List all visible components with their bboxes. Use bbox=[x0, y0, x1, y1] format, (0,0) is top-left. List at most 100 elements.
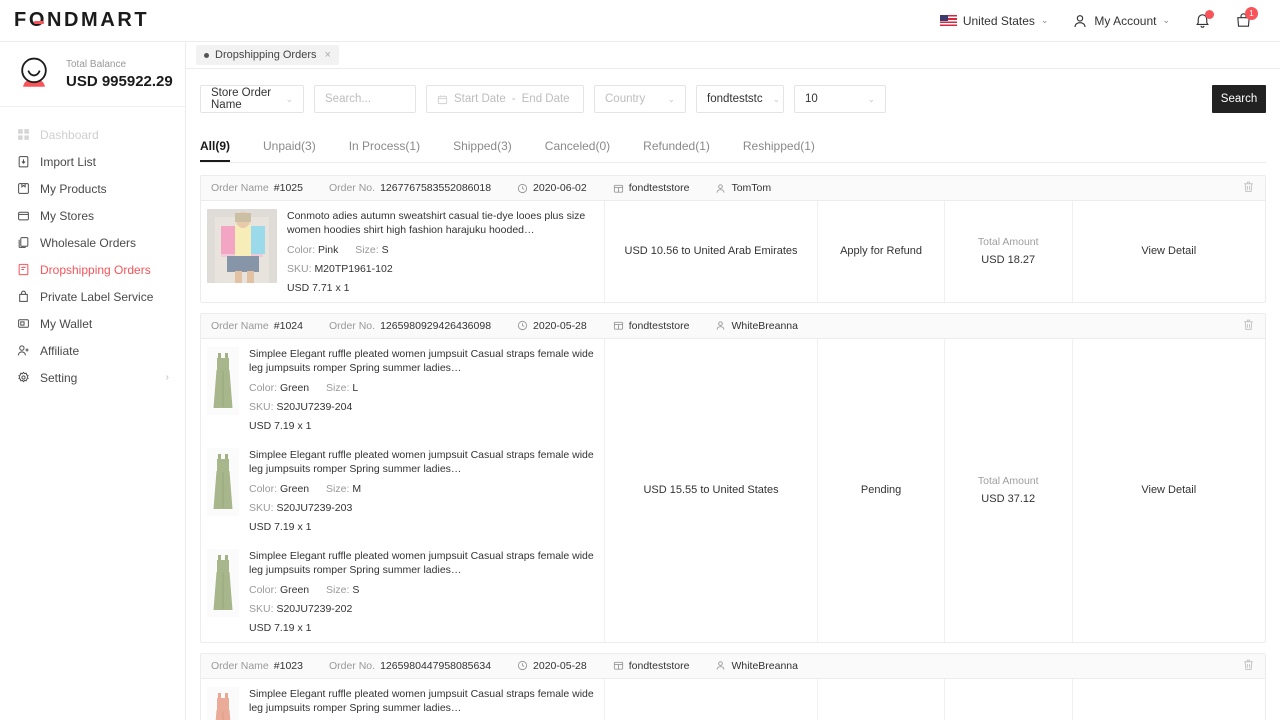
order-name-type-select[interactable]: Store Order Name ⌄ bbox=[200, 85, 304, 113]
tab-label: Dropshipping Orders bbox=[215, 49, 317, 61]
tab-in-process[interactable]: In Process(1) bbox=[349, 139, 432, 162]
order-customer-value: WhiteBreanna bbox=[731, 659, 798, 672]
order-no-value: 1267767583552086018 bbox=[380, 182, 492, 194]
dropshipping-orders-icon bbox=[16, 263, 30, 277]
order-body: Simplee Elegant ruffle pleated women jum… bbox=[201, 338, 1265, 642]
tab-refunded[interactable]: Refunded(1) bbox=[643, 139, 722, 162]
order-store-group: fondteststore bbox=[613, 660, 689, 672]
total-amount-value: USD 37.12 bbox=[981, 493, 1036, 506]
sidebar-item-setting[interactable]: Setting › bbox=[0, 364, 185, 391]
product-title[interactable]: Conmoto adies autumn sweatshirt casual t… bbox=[287, 209, 594, 238]
order-no-value: 1265980447958085634 bbox=[380, 659, 492, 672]
app-root: FONDMART United States ⌄ My Account ⌄ 1 … bbox=[0, 0, 1280, 720]
order-name-group: Order Name #1023 bbox=[211, 660, 303, 672]
product-thumbnail[interactable] bbox=[207, 686, 239, 720]
country-select[interactable]: Country ⌄ bbox=[594, 85, 686, 113]
person-icon bbox=[717, 183, 725, 193]
page-size-value: 10 bbox=[805, 93, 818, 105]
order-name-value: #1025 bbox=[273, 182, 303, 194]
sidebar-item-import-list[interactable]: Import List bbox=[0, 148, 185, 175]
sku-label: SKU: bbox=[249, 501, 274, 514]
sku-value: S20JU7239-204 bbox=[276, 400, 353, 413]
status-tabs: All(9) Unpaid(3) In Process(1) Shipped(3… bbox=[200, 129, 1266, 163]
sidebar-item-label: My Wallet bbox=[40, 316, 93, 331]
product-thumbnail[interactable] bbox=[207, 346, 239, 415]
tab-reshipped[interactable]: Reshipped(1) bbox=[743, 139, 827, 162]
delete-order-button[interactable] bbox=[1242, 180, 1255, 196]
order-item: Simplee Elegant ruffle pleated women jum… bbox=[201, 339, 604, 440]
sidebar-item-my-products[interactable]: My Products bbox=[0, 175, 185, 202]
order-items: Simplee Elegant ruffle pleated women jum… bbox=[201, 678, 605, 720]
private-label-icon bbox=[16, 290, 30, 304]
product-price: USD 7.19 x 1 bbox=[249, 621, 312, 634]
color-value: Green bbox=[279, 381, 310, 394]
tab-all[interactable]: All(9) bbox=[200, 139, 242, 162]
brand-logo[interactable]: FONDMART bbox=[14, 9, 149, 32]
sidebar-item-private-label-service[interactable]: Private Label Service bbox=[0, 283, 185, 310]
size-value: S bbox=[352, 583, 360, 596]
sidebar-item-dashboard[interactable]: Dashboard bbox=[0, 121, 185, 148]
notifications-button[interactable] bbox=[1182, 10, 1223, 29]
order-no-label: Order No. bbox=[328, 659, 376, 672]
order-no-label: Order No. bbox=[328, 319, 376, 332]
view-detail-link[interactable]: View Detail bbox=[1141, 484, 1196, 496]
shipping-cell: USD 10.56 to United Arab Emirates bbox=[605, 201, 819, 302]
shipping-cell: USD 15.55 to United States bbox=[605, 338, 819, 642]
tab-canceled[interactable]: Canceled(0) bbox=[545, 139, 622, 162]
main-area: Dropshipping Orders × Store Order Name ⌄… bbox=[186, 42, 1280, 720]
product-price: USD 7.19 x 1 bbox=[249, 520, 312, 533]
order-name-label: Order Name bbox=[211, 319, 269, 332]
sidebar-item-my-stores[interactable]: My Stores bbox=[0, 202, 185, 229]
product-thumbnail[interactable] bbox=[207, 209, 277, 283]
balance-value: USD 995922.29 bbox=[66, 72, 173, 90]
delete-order-button[interactable] bbox=[1242, 658, 1255, 674]
total-cell bbox=[945, 678, 1073, 720]
product-title[interactable]: Simplee Elegant ruffle pleated women jum… bbox=[249, 549, 594, 578]
close-icon[interactable]: × bbox=[325, 49, 331, 61]
sku-value: S20JU7239-203 bbox=[276, 501, 353, 514]
sidebar-item-wholesale-orders[interactable]: Wholesale Orders bbox=[0, 229, 185, 256]
sidebar-item-dropshipping-orders[interactable]: Dropshipping Orders bbox=[0, 256, 185, 283]
sidebar-item-label: My Stores bbox=[40, 208, 95, 223]
view-detail-link[interactable]: View Detail bbox=[1141, 245, 1196, 257]
tab-dropshipping-orders[interactable]: Dropshipping Orders × bbox=[196, 45, 339, 65]
date-range-picker[interactable]: Start Date - End Date bbox=[426, 85, 584, 113]
page-size-select[interactable]: 10 ⌄ bbox=[794, 85, 886, 113]
order-name-value: #1024 bbox=[273, 319, 303, 332]
order-date-value: 2020-05-28 bbox=[533, 659, 587, 672]
store-select[interactable]: fondteststc ⌄ bbox=[696, 85, 784, 113]
tab-shipped[interactable]: Shipped(3) bbox=[453, 139, 524, 162]
product-title[interactable]: Simplee Elegant ruffle pleated women jum… bbox=[249, 347, 594, 376]
sidebar-item-label: Wholesale Orders bbox=[40, 235, 137, 250]
order-name-value: #1023 bbox=[273, 659, 303, 672]
filter-bar: Store Order Name ⌄ Search... Start Date … bbox=[200, 69, 1266, 129]
order-no-label: Order No. bbox=[328, 182, 376, 194]
delete-order-button[interactable] bbox=[1242, 318, 1255, 334]
sidebar-item-my-wallet[interactable]: My Wallet bbox=[0, 310, 185, 337]
product-thumbnail[interactable] bbox=[207, 447, 239, 516]
tab-unpaid[interactable]: Unpaid(3) bbox=[263, 139, 328, 162]
store-icon bbox=[613, 662, 623, 670]
country-selector[interactable]: United States ⌄ bbox=[928, 14, 1061, 28]
balance-label: Total Balance bbox=[66, 58, 127, 70]
action-cell: View Detail bbox=[1073, 339, 1265, 642]
order-no-group: Order No. 1267767583552086018 bbox=[329, 182, 491, 194]
product-title[interactable]: Simplee Elegant ruffle pleated women jum… bbox=[249, 448, 594, 477]
total-amount-label: Total Amount bbox=[977, 236, 1039, 249]
order-no-group: Order No. 1265980447958085634 bbox=[329, 660, 491, 672]
product-variant: Color: Green Size: L bbox=[249, 382, 594, 394]
top-bar: FONDMART United States ⌄ My Account ⌄ 1 bbox=[0, 0, 1280, 42]
end-date-placeholder: End Date bbox=[521, 93, 570, 105]
cart-button[interactable]: 1 bbox=[1223, 7, 1264, 29]
order-date-group: 2020-06-02 bbox=[517, 182, 587, 194]
tab-strip: Dropshipping Orders × bbox=[186, 42, 1280, 69]
order-date-value: 2020-06-02 bbox=[533, 182, 587, 194]
order-customer-value: TomTom bbox=[731, 182, 772, 194]
search-input[interactable]: Search... bbox=[314, 85, 416, 113]
total-cell: Total Amount USD 18.27 bbox=[945, 201, 1073, 302]
product-thumbnail[interactable] bbox=[207, 548, 239, 617]
sidebar-item-affiliate[interactable]: Affiliate bbox=[0, 337, 185, 364]
product-title[interactable]: Simplee Elegant ruffle pleated women jum… bbox=[249, 687, 594, 716]
search-button[interactable]: Search bbox=[1212, 85, 1266, 113]
account-menu[interactable]: My Account ⌄ bbox=[1060, 13, 1182, 29]
